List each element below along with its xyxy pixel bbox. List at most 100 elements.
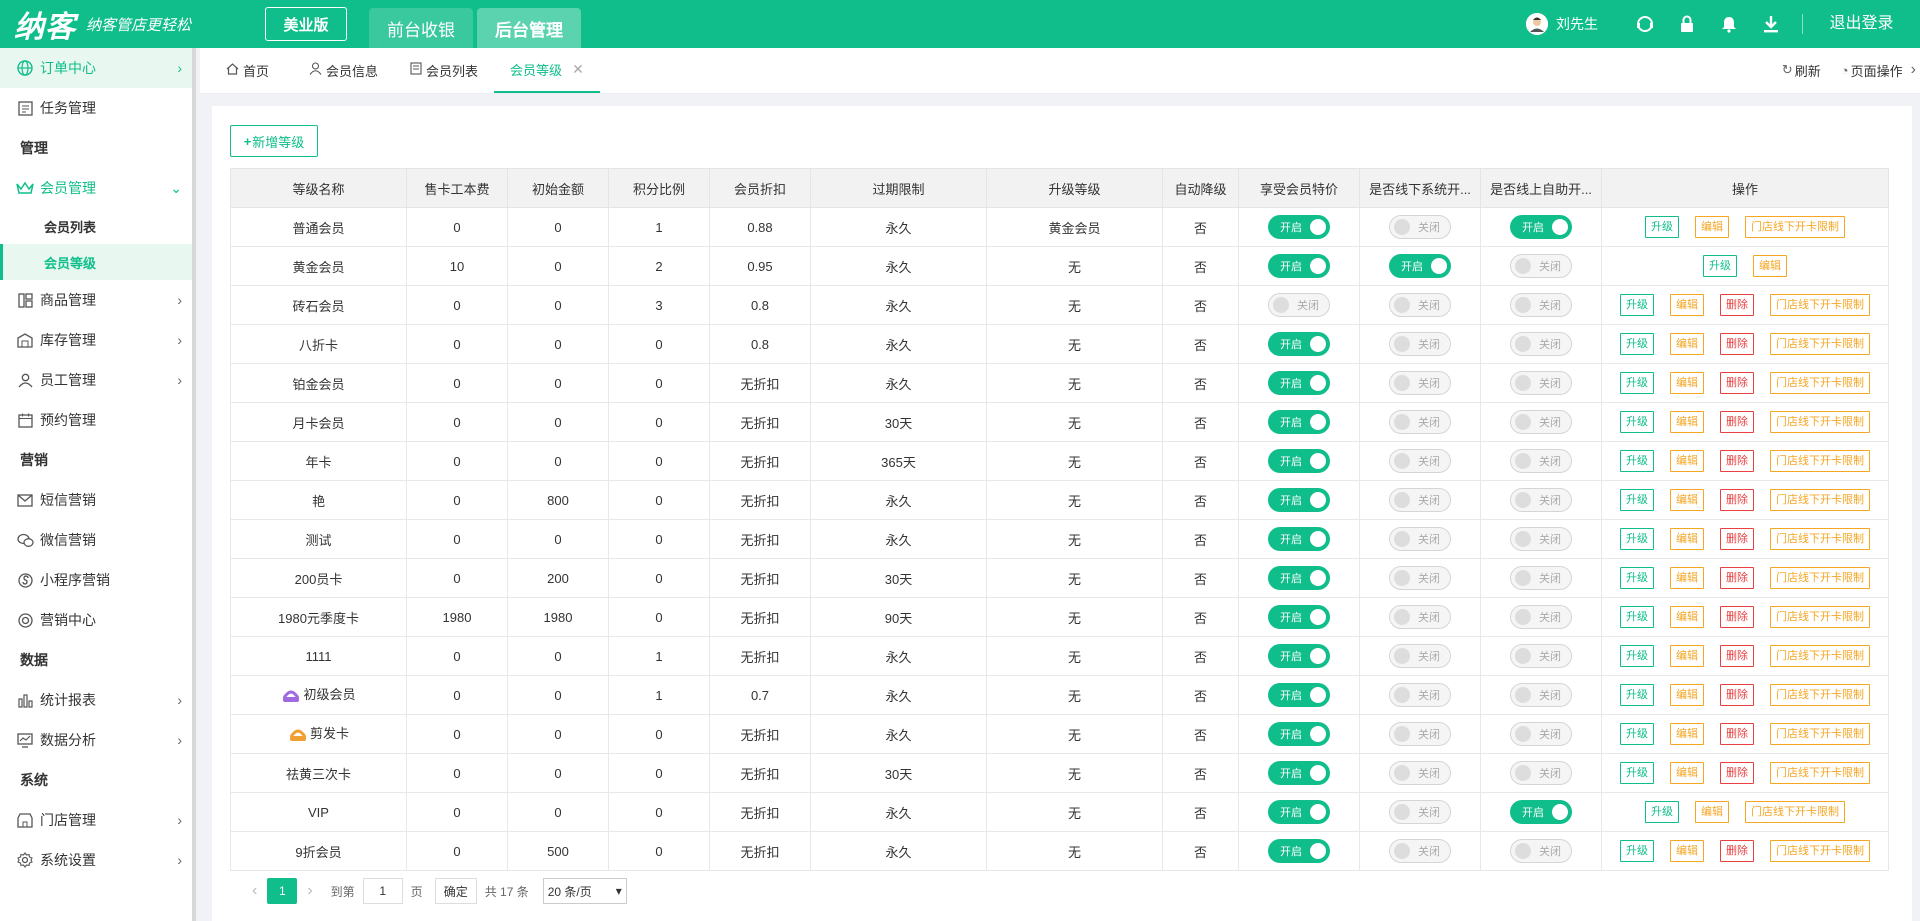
card-limit-button[interactable]: 门店线下开卡限制 — [1770, 645, 1870, 667]
upgrade-button[interactable]: 升级 — [1620, 567, 1654, 589]
special-price-toggle[interactable]: 开启 — [1268, 605, 1330, 629]
card-limit-button[interactable]: 门店线下开卡限制 — [1770, 489, 1870, 511]
edit-button[interactable]: 编辑 — [1695, 801, 1729, 823]
special-price-toggle[interactable]: 开启 — [1268, 410, 1330, 434]
current-page[interactable]: 1 — [267, 878, 298, 904]
page-input[interactable]: 1 — [362, 878, 403, 904]
prev-page-icon[interactable]: ‹ — [252, 882, 257, 900]
special-price-toggle[interactable]: 开启 — [1268, 566, 1330, 590]
edit-button[interactable]: 编辑 — [1670, 684, 1704, 706]
upgrade-button[interactable]: 升级 — [1620, 489, 1654, 511]
card-limit-button[interactable]: 门店线下开卡限制 — [1770, 567, 1870, 589]
edit-button[interactable]: 编辑 — [1670, 294, 1704, 316]
online-open-toggle[interactable]: 关闭 — [1510, 371, 1572, 395]
online-open-toggle[interactable]: 关闭 — [1510, 293, 1572, 317]
delete-button[interactable]: 删除 — [1720, 294, 1754, 316]
online-open-toggle[interactable]: 关闭 — [1510, 761, 1572, 785]
online-open-toggle[interactable]: 关闭 — [1510, 566, 1572, 590]
card-limit-button[interactable]: 门店线下开卡限制 — [1745, 216, 1845, 238]
offline-open-toggle[interactable]: 关闭 — [1389, 839, 1451, 863]
upgrade-button[interactable]: 升级 — [1620, 411, 1654, 433]
delete-button[interactable]: 删除 — [1720, 528, 1754, 550]
offline-open-toggle[interactable]: 关闭 — [1389, 722, 1451, 746]
special-price-toggle[interactable]: 开启 — [1268, 254, 1330, 278]
upgrade-button[interactable]: 升级 — [1645, 216, 1679, 238]
offline-open-toggle[interactable]: 关闭 — [1389, 644, 1451, 668]
sidebar-item-marketing-center[interactable]: 营销中心 — [0, 600, 192, 640]
edit-button[interactable]: 编辑 — [1670, 372, 1704, 394]
offline-open-toggle[interactable]: 开启 — [1389, 254, 1451, 278]
online-open-toggle[interactable]: 关闭 — [1510, 839, 1572, 863]
offline-open-toggle[interactable]: 关闭 — [1389, 761, 1451, 785]
edit-button[interactable]: 编辑 — [1670, 528, 1704, 550]
special-price-toggle[interactable]: 开启 — [1268, 215, 1330, 239]
upgrade-button[interactable]: 升级 — [1620, 606, 1654, 628]
tab-member-info[interactable]: 会员信息 — [285, 47, 394, 93]
page-ops-button[interactable]: ◔ 页面操作 — [1841, 61, 1903, 80]
sidebar-item-wechat[interactable]: 微信营销 — [0, 520, 192, 560]
edit-button[interactable]: 编辑 — [1670, 645, 1704, 667]
card-limit-button[interactable]: 门店线下开卡限制 — [1745, 801, 1845, 823]
edit-button[interactable]: 编辑 — [1695, 216, 1729, 238]
delete-button[interactable]: 删除 — [1720, 762, 1754, 784]
col-header[interactable]: 积分比例 — [608, 168, 710, 208]
col-header[interactable]: 售卡工本费 — [406, 168, 508, 208]
upgrade-button[interactable]: 升级 — [1620, 372, 1654, 394]
upgrade-button[interactable]: 升级 — [1620, 723, 1654, 745]
card-limit-button[interactable]: 门店线下开卡限制 — [1770, 333, 1870, 355]
special-price-toggle[interactable]: 开启 — [1268, 488, 1330, 512]
sidebar-item-booking[interactable]: 预约管理 — [0, 400, 192, 440]
offline-open-toggle[interactable]: 关闭 — [1389, 527, 1451, 551]
col-header[interactable]: 初始金额 — [507, 168, 609, 208]
offline-open-toggle[interactable]: 关闭 — [1389, 449, 1451, 473]
offline-open-toggle[interactable]: 关闭 — [1389, 371, 1451, 395]
sidebar-item-goods[interactable]: 商品管理 › — [0, 280, 192, 320]
offline-open-toggle[interactable]: 关闭 — [1389, 293, 1451, 317]
card-limit-button[interactable]: 门店线下开卡限制 — [1770, 411, 1870, 433]
bell-icon[interactable] — [1708, 15, 1750, 33]
edit-button[interactable]: 编辑 — [1670, 606, 1704, 628]
close-icon[interactable]: ✕ — [572, 61, 584, 78]
card-limit-button[interactable]: 门店线下开卡限制 — [1770, 684, 1870, 706]
delete-button[interactable]: 删除 — [1720, 372, 1754, 394]
delete-button[interactable]: 删除 — [1720, 489, 1754, 511]
card-limit-button[interactable]: 门店线下开卡限制 — [1770, 528, 1870, 550]
delete-button[interactable]: 删除 — [1720, 840, 1754, 862]
edition-button[interactable]: 美业版 — [265, 7, 347, 41]
special-price-toggle[interactable]: 开启 — [1268, 839, 1330, 863]
special-price-toggle[interactable]: 开启 — [1268, 761, 1330, 785]
online-open-toggle[interactable]: 关闭 — [1510, 449, 1572, 473]
col-header[interactable]: 操作 — [1601, 168, 1889, 208]
sidebar-item-tasks[interactable]: 任务管理 — [0, 88, 192, 128]
col-header[interactable]: 过期限制 — [810, 168, 987, 208]
special-price-toggle[interactable]: 开启 — [1268, 800, 1330, 824]
sidebar-item-reports[interactable]: 统计报表 › — [0, 680, 192, 720]
upgrade-button[interactable]: 升级 — [1620, 684, 1654, 706]
sidebar-item-stores[interactable]: 门店管理 › — [0, 800, 192, 840]
sidebar-subitem-member-list[interactable]: 会员列表 — [0, 208, 192, 244]
special-price-toggle[interactable]: 开启 — [1268, 449, 1330, 473]
user-menu[interactable]: 刘先生 — [1526, 13, 1598, 35]
sidebar-subitem-member-level[interactable]: 会员等级 — [0, 244, 192, 280]
online-open-toggle[interactable]: 关闭 — [1510, 605, 1572, 629]
sidebar-item-miniapp[interactable]: 小程序营销 — [0, 560, 192, 600]
online-open-toggle[interactable]: 关闭 — [1510, 488, 1572, 512]
online-open-toggle[interactable]: 开启 — [1510, 215, 1572, 239]
offline-open-toggle[interactable]: 关闭 — [1389, 410, 1451, 434]
edit-button[interactable]: 编辑 — [1670, 450, 1704, 472]
special-price-toggle[interactable]: 开启 — [1268, 332, 1330, 356]
offline-open-toggle[interactable]: 关闭 — [1389, 332, 1451, 356]
upgrade-button[interactable]: 升级 — [1703, 255, 1737, 277]
delete-button[interactable]: 删除 — [1720, 567, 1754, 589]
edit-button[interactable]: 编辑 — [1753, 255, 1787, 277]
special-price-toggle[interactable]: 关闭 — [1268, 293, 1330, 317]
upgrade-button[interactable]: 升级 — [1620, 333, 1654, 355]
delete-button[interactable]: 删除 — [1720, 606, 1754, 628]
logout-button[interactable]: 退出登录 — [1802, 14, 1920, 34]
top-tab-cashier[interactable]: 前台收银 — [369, 8, 473, 48]
online-open-toggle[interactable]: 关闭 — [1510, 644, 1572, 668]
col-header[interactable]: 会员折扣 — [709, 168, 811, 208]
delete-button[interactable]: 删除 — [1720, 411, 1754, 433]
delete-button[interactable]: 删除 — [1720, 645, 1754, 667]
offline-open-toggle[interactable]: 关闭 — [1389, 605, 1451, 629]
